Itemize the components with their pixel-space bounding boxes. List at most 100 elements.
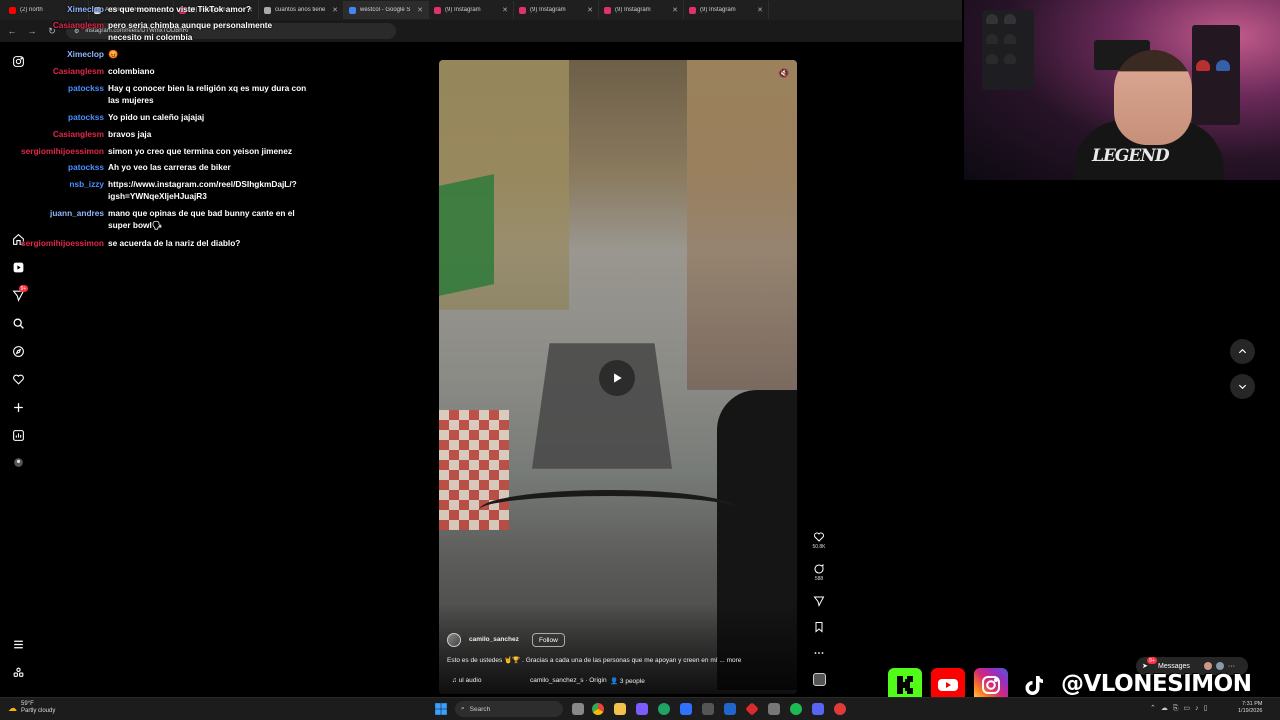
app-icon[interactable]: [636, 703, 648, 715]
task-view-icon[interactable]: [572, 703, 584, 715]
chat-username[interactable]: patockss: [0, 161, 108, 173]
social-handle: @VLONESIMON: [1061, 671, 1252, 697]
browser-tab[interactable]: westcol - Google S ✕: [344, 1, 429, 19]
chat-message: Casianglesm pero seria chimba aunque pers…: [0, 19, 320, 43]
file-explorer-icon[interactable]: [614, 703, 626, 715]
system-tray-icons[interactable]: ⌃☁⎘▭♪▯: [1150, 704, 1212, 713]
chat-text: bravos jaja: [108, 129, 152, 139]
chat-username[interactable]: Casianglesm: [0, 65, 108, 77]
chat-username[interactable]: juann_andres: [0, 207, 108, 231]
browser-tab[interactable]: (9) Instagram ✕: [599, 1, 684, 19]
chat-username[interactable]: patockss: [0, 111, 108, 123]
plus-icon[interactable]: [8, 397, 28, 417]
comment-count: 588: [814, 576, 824, 582]
taskbar-date: 1/19/2026: [1238, 708, 1263, 714]
cap: [986, 34, 998, 44]
close-icon[interactable]: ✕: [502, 6, 508, 14]
more-icon[interactable]: [8, 662, 28, 682]
play-icon[interactable]: [599, 360, 635, 396]
browser-tab[interactable]: (9) Instagram ✕: [514, 1, 599, 19]
tagged-people[interactable]: 👤 3 people: [610, 677, 645, 685]
mute-icon[interactable]: 🔇: [777, 66, 791, 80]
explore-icon[interactable]: [8, 341, 28, 361]
close-icon[interactable]: ✕: [332, 6, 338, 14]
store-icon[interactable]: [680, 703, 692, 715]
close-icon[interactable]: ✕: [757, 6, 763, 14]
save-button[interactable]: [810, 621, 828, 633]
browser-tab[interactable]: (9) Instagram ✕: [429, 1, 514, 19]
weather-icon: ☁: [8, 702, 17, 713]
notification-badge: 9+: [19, 285, 28, 292]
taskbar-clock[interactable]: 7:31 PM 1/19/2026: [1238, 701, 1262, 715]
avatar: [1215, 662, 1224, 670]
chat-username[interactable]: Ximeclop: [0, 3, 108, 15]
hoodie-print: LEGEND: [1092, 146, 1170, 166]
chat-username[interactable]: sergiomihijoessimon: [0, 237, 108, 249]
chevron-up-icon: [1238, 348, 1247, 354]
like-icon: [814, 532, 824, 542]
crowd-right: [687, 60, 797, 390]
weather-widget[interactable]: ☁ 59°F Partly cloudy: [8, 701, 55, 715]
spotify-icon[interactable]: [790, 703, 802, 715]
search-icon[interactable]: [8, 313, 28, 333]
app-icon[interactable]: [724, 703, 736, 715]
audio-thumbnail[interactable]: [810, 673, 828, 686]
chat-text: pero seria chimba aunque personalmente n…: [108, 20, 273, 42]
tab-favicon-icon: [689, 6, 696, 14]
chrome-icon[interactable]: [592, 703, 604, 715]
chat-username[interactable]: Ximeclop: [0, 48, 108, 60]
chat-username[interactable]: nsb_izzy: [0, 178, 108, 202]
reels-icon[interactable]: [8, 257, 28, 277]
audio-link[interactable]: ♫ ul audio: [452, 677, 481, 684]
windows-taskbar: ☁ 59°F Partly cloudy ⌕ Search ⌃☁⎘▭♪▯ 7:3…: [0, 697, 1280, 720]
chat-text: 😡: [108, 49, 119, 59]
heart-icon[interactable]: [8, 369, 28, 389]
discord-icon[interactable]: [812, 703, 824, 715]
close-icon[interactable]: ✕: [587, 6, 593, 14]
author-username[interactable]: camilo_sanchez: [469, 636, 519, 643]
like-button[interactable]: 50.8K: [810, 531, 828, 550]
browser-tab[interactable]: (9) Instagram ✕: [684, 1, 769, 19]
messages-badge: 9+: [1147, 657, 1157, 664]
chat-username[interactable]: Casianglesm: [0, 128, 108, 140]
close-icon[interactable]: ✕: [672, 6, 678, 14]
share-icon: [813, 596, 825, 607]
share-button[interactable]: [810, 595, 828, 607]
next-reel-button[interactable]: [1230, 374, 1255, 399]
taskbar-search[interactable]: ⌕ Search: [455, 701, 563, 717]
edge-icon[interactable]: [658, 703, 670, 715]
cap: [1004, 54, 1016, 64]
windows-icon[interactable]: [434, 702, 448, 716]
chat-message: Ximeclop 😡: [0, 48, 320, 60]
chat-message: nsb_izzy https://www.instagram.com/reel/D…: [0, 178, 320, 202]
profile-icon[interactable]: [8, 452, 28, 472]
tab-favicon-icon: [434, 6, 441, 14]
chat-username[interactable]: sergiomihijoessimon: [0, 145, 108, 157]
options-button[interactable]: [810, 647, 828, 659]
close-icon[interactable]: ✕: [417, 6, 423, 14]
reel-caption[interactable]: Esto es de ustedes 🤘🏆 . Gracias a cada u…: [447, 656, 777, 664]
tab-label: (9) Instagram: [700, 7, 736, 13]
chat-text: se acuerda de la nariz del diablo?: [108, 238, 241, 248]
previous-reel-button[interactable]: [1230, 339, 1255, 364]
chat-username[interactable]: patockss: [0, 82, 108, 106]
app-icon[interactable]: [702, 703, 714, 715]
menu-icon[interactable]: [8, 634, 28, 654]
app-icon[interactable]: [834, 703, 846, 715]
cap: [986, 54, 998, 64]
chat-username[interactable]: Casianglesm: [0, 19, 108, 43]
follow-button[interactable]: Follow: [532, 633, 565, 647]
chat-text: Ah yo veo las carreras de biker: [108, 162, 231, 172]
wooden-ramp: [531, 343, 673, 469]
original-audio[interactable]: camilo_sanchez_s · Origin: [530, 677, 607, 684]
send-icon[interactable]: 9+: [8, 285, 28, 305]
app-icon[interactable]: [768, 703, 780, 715]
reel-video[interactable]: 🔇: [439, 60, 797, 694]
app-icon[interactable]: [745, 702, 759, 716]
like-count: 50.8K: [812, 544, 826, 550]
author-avatar[interactable]: [447, 633, 461, 647]
chat-message: patockss Hay q conocer bien la religión x…: [0, 82, 320, 106]
comment-button[interactable]: 588: [810, 563, 828, 582]
dashboard-icon[interactable]: [8, 425, 28, 445]
chat-message: sergiomihijoessimon simon yo creo que ter…: [0, 145, 320, 157]
